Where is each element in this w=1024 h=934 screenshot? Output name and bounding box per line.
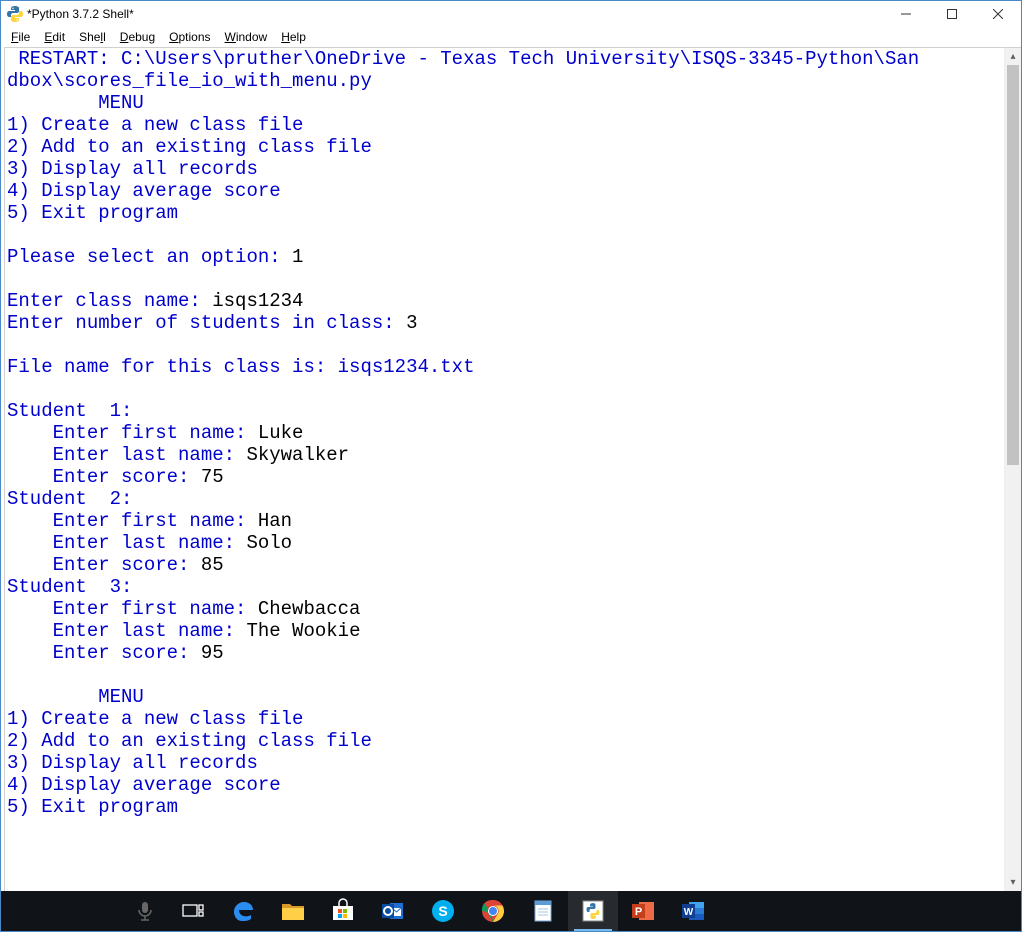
app-window: *Python 3.7.2 Shell* File Edit Shell Deb… xyxy=(0,0,1022,932)
scroll-thumb[interactable] xyxy=(1007,65,1019,465)
svg-text:P: P xyxy=(635,906,642,918)
menu-options[interactable]: Options xyxy=(163,29,216,45)
menu-window[interactable]: Window xyxy=(219,29,274,45)
vertical-scrollbar[interactable]: ▴ ▾ xyxy=(1005,47,1021,891)
menu-edit[interactable]: Edit xyxy=(38,29,71,45)
taskbar[interactable]: S P W xyxy=(1,891,1021,931)
title-bar[interactable]: *Python 3.7.2 Shell* xyxy=(1,1,1021,27)
chrome-button[interactable] xyxy=(468,891,518,931)
scroll-down-arrow[interactable]: ▾ xyxy=(1005,874,1021,891)
scroll-up-arrow[interactable]: ▴ xyxy=(1005,48,1021,65)
svg-text:W: W xyxy=(684,907,694,918)
menu-debug[interactable]: Debug xyxy=(114,29,161,45)
python-icon xyxy=(7,6,23,22)
powerpoint-button[interactable]: P xyxy=(618,891,668,931)
svg-text:S: S xyxy=(438,903,447,919)
window-title: *Python 3.7.2 Shell* xyxy=(27,7,134,21)
word-button[interactable]: W xyxy=(668,891,718,931)
store-button[interactable] xyxy=(318,891,368,931)
edge-button[interactable] xyxy=(218,891,268,931)
notepad-button[interactable] xyxy=(518,891,568,931)
menu-file[interactable]: File xyxy=(5,29,36,45)
window-controls xyxy=(883,1,1021,27)
content-area: RESTART: C:\Users\pruther\OneDrive - Tex… xyxy=(1,47,1021,891)
menu-bar: File Edit Shell Debug Options Window Hel… xyxy=(1,27,1021,47)
menu-help[interactable]: Help xyxy=(275,29,312,45)
task-view-button[interactable] xyxy=(168,891,218,931)
file-explorer-button[interactable] xyxy=(268,891,318,931)
maximize-button[interactable] xyxy=(929,1,975,27)
cortana-area[interactable] xyxy=(1,891,168,931)
python-idle-button[interactable] xyxy=(568,891,618,931)
shell-text-area[interactable]: RESTART: C:\Users\pruther\OneDrive - Tex… xyxy=(4,47,1005,891)
microphone-icon xyxy=(136,900,154,922)
outlook-button[interactable] xyxy=(368,891,418,931)
close-button[interactable] xyxy=(975,1,1021,27)
skype-button[interactable]: S xyxy=(418,891,468,931)
menu-shell[interactable]: Shell xyxy=(73,29,112,45)
minimize-button[interactable] xyxy=(883,1,929,27)
